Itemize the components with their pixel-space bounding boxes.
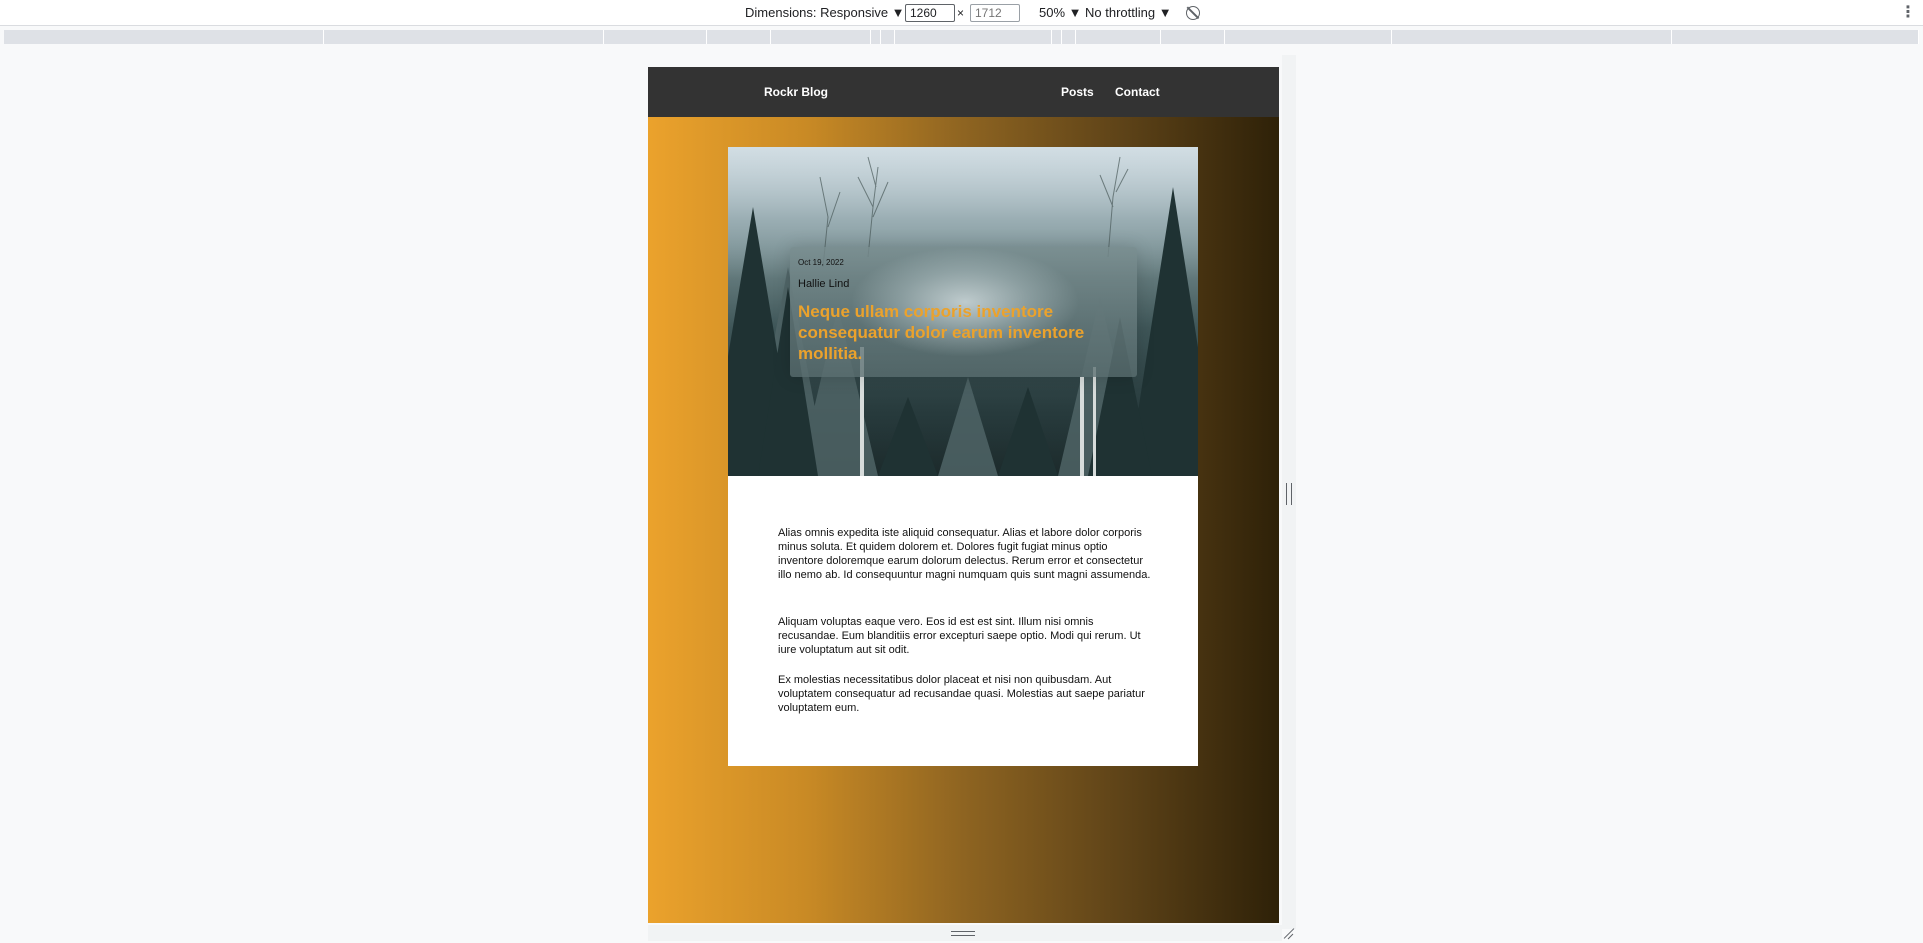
- site-header: Rockr Blog Posts Contact: [648, 67, 1279, 117]
- media-query-segment[interactable]: [1161, 30, 1225, 44]
- media-query-segment[interactable]: [4, 30, 324, 44]
- resize-grip-icon: [951, 931, 975, 936]
- resize-handle-bottom[interactable]: [648, 925, 1282, 941]
- media-query-segment[interactable]: [771, 30, 871, 44]
- media-query-segment[interactable]: [1052, 30, 1062, 44]
- media-query-segment[interactable]: [1392, 30, 1672, 44]
- throttling-dropdown[interactable]: No throttling ▼: [1085, 0, 1172, 26]
- media-query-segment[interactable]: [881, 30, 895, 44]
- zoom-dropdown[interactable]: 50% ▼: [1039, 0, 1082, 26]
- post-paragraph: Aliquam voluptas eaque vero. Eos id est …: [778, 616, 1141, 656]
- resize-corner-icon[interactable]: [1282, 925, 1296, 941]
- media-query-segment[interactable]: [871, 30, 881, 44]
- media-query-segment[interactable]: [324, 30, 604, 44]
- post-title: Neque ullam corporis inventore consequat…: [798, 302, 1085, 363]
- post-paragraph: Alias omnis expedita iste aliquid conseq…: [778, 527, 1151, 581]
- media-query-segment[interactable]: [1225, 30, 1392, 44]
- device-toolbar: Dimensions: Responsive ▼ × 50% ▼ No thro…: [0, 0, 1923, 26]
- emulated-viewport: Rockr Blog Posts Contact Oct 19, 2022 Ha…: [648, 67, 1279, 923]
- hero-image: Oct 19, 2022 Hallie Lind Neque ullam cor…: [728, 147, 1198, 476]
- media-query-segment[interactable]: [1062, 30, 1076, 44]
- post-body: Alias omnis expedita iste aliquid conseq…: [728, 476, 1198, 766]
- more-options-icon[interactable]: ⋮: [1900, 0, 1916, 26]
- resize-grip-icon: [1286, 483, 1292, 505]
- media-query-bar[interactable]: [4, 30, 1919, 44]
- media-query-segment[interactable]: [707, 30, 771, 44]
- media-query-segment[interactable]: [1076, 30, 1161, 44]
- resize-handle-right[interactable]: [1282, 55, 1296, 929]
- viewport-width-input[interactable]: [905, 4, 955, 22]
- post-author: Hallie Lind: [798, 278, 850, 290]
- post-date: Oct 19, 2022: [798, 258, 844, 267]
- nav-link-posts[interactable]: Posts: [1061, 67, 1094, 117]
- post-summary-card[interactable]: Oct 19, 2022 Hallie Lind Neque ullam cor…: [790, 247, 1137, 377]
- media-query-segment[interactable]: [604, 30, 707, 44]
- rotate-icon[interactable]: [1186, 6, 1200, 20]
- dimensions-dropdown[interactable]: Dimensions: Responsive ▼: [745, 0, 905, 26]
- site-brand[interactable]: Rockr Blog: [764, 67, 828, 117]
- media-query-segment[interactable]: [1672, 30, 1919, 44]
- post-paragraph: Ex molestias necessitatibus dolor placea…: [778, 674, 1145, 714]
- nav-link-contact[interactable]: Contact: [1115, 67, 1160, 117]
- media-query-segment[interactable]: [895, 30, 1052, 44]
- dimension-separator: ×: [957, 6, 965, 20]
- viewport-height-input[interactable]: [970, 4, 1020, 22]
